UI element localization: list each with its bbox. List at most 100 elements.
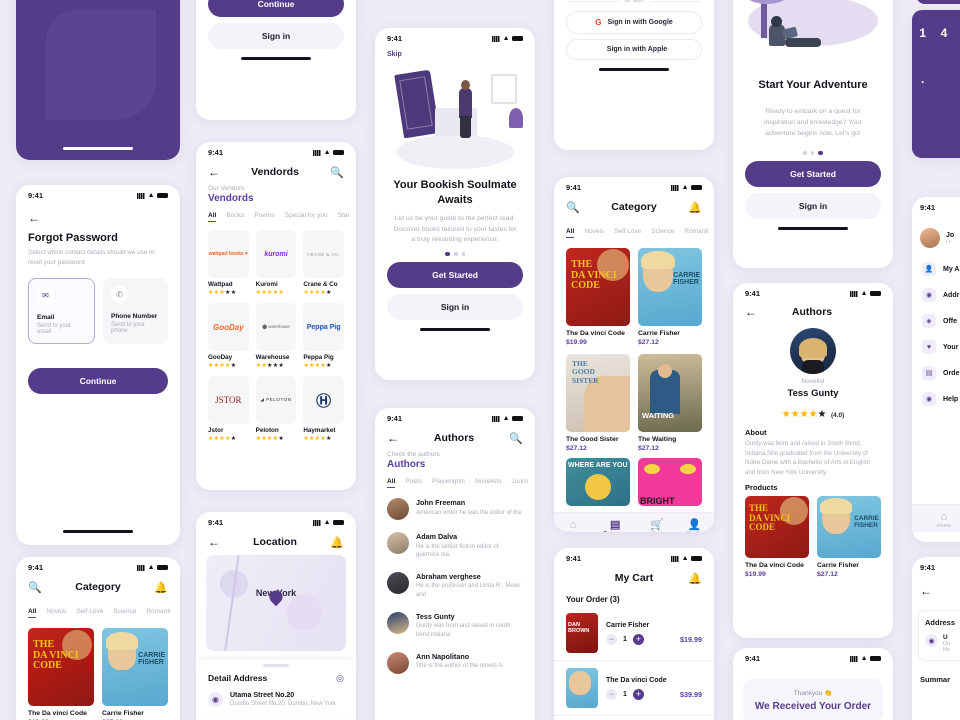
book-card[interactable]: THEDA VINCICODE The Da vinci Code $19.99 <box>28 628 94 720</box>
tab-science[interactable]: Science <box>113 608 136 618</box>
back-icon[interactable]: ← <box>387 432 399 444</box>
vendor-card[interactable]: GooDay GooDay ★★★★★ <box>208 303 249 369</box>
back-icon[interactable]: ← <box>912 574 960 600</box>
keypad-top-button[interactable] <box>916 0 960 4</box>
list-item[interactable]: John Freeman American writer he was the … <box>375 492 535 526</box>
nav-category[interactable]: ▤Category <box>603 519 627 532</box>
tab-special[interactable]: Special for you <box>285 212 328 222</box>
back-icon[interactable]: ← <box>208 166 220 178</box>
menu-item-my-account[interactable]: 👤 My A <box>912 256 960 282</box>
tab-self-love[interactable]: Self Love <box>614 228 641 238</box>
book-card[interactable]: WAITING The Waiting $27.12 <box>638 354 702 452</box>
list-item[interactable]: Ann Napolitano She is the author of the … <box>375 646 535 680</box>
dot-1[interactable] <box>445 252 450 256</box>
list-item[interactable]: Tess Gunty Gunty was born and raised in … <box>375 606 535 646</box>
vendor-card[interactable]: ⬤ warehouse Warehouse ★★★★★ <box>255 303 297 369</box>
bell-icon[interactable]: 🔔 <box>154 580 168 594</box>
tab-romantic[interactable]: Romanti <box>684 228 708 238</box>
vendor-card[interactable]: wattpad books ♥ Wattpad ★★★★★ <box>208 230 249 296</box>
product-card[interactable]: CARRIE FISHER Carrie Fisher $27.12 <box>817 496 881 578</box>
dot-3[interactable] <box>818 151 823 155</box>
continue-button[interactable]: Continue <box>28 368 168 395</box>
target-icon[interactable]: ◎ <box>336 673 344 684</box>
bell-icon[interactable]: 🔔 <box>688 200 702 214</box>
bell-icon[interactable]: 🔔 <box>330 535 344 549</box>
signin-button[interactable]: Sign in <box>387 293 523 320</box>
tab-journalists[interactable]: Journ <box>512 478 528 488</box>
back-icon[interactable]: ← <box>28 212 168 224</box>
profile-header[interactable]: Jo (+ <box>912 214 960 256</box>
dot-3[interactable] <box>461 252 465 256</box>
menu-item-favorites[interactable]: ♥ Your <box>912 334 960 360</box>
book-card[interactable]: CARRIEFISHER Carrie Fisher $27.12 <box>638 248 702 346</box>
vendor-card[interactable]: CRANE & CO. Crane & Co ★★★★★ <box>303 230 344 296</box>
search-icon[interactable]: 🔍 <box>330 165 344 179</box>
continue-button[interactable]: Continue <box>208 0 344 18</box>
search-icon[interactable]: 🔍 <box>566 200 580 214</box>
tab-novelists[interactable]: Novelists <box>475 478 501 488</box>
key-7[interactable]: 7 <box>955 10 960 56</box>
tab-science[interactable]: Science <box>651 228 674 238</box>
key-dot[interactable]: . <box>912 56 933 102</box>
list-item[interactable]: Abraham verghese He is the professor and… <box>375 566 535 606</box>
signin-button[interactable]: Sign in <box>208 23 344 50</box>
search-icon[interactable]: 🔍 <box>28 580 42 594</box>
nav-home[interactable]: ⌂ Home <box>937 511 952 529</box>
list-item[interactable]: Adam Dalva He is the senior fiction edit… <box>375 526 535 566</box>
tab-books[interactable]: Books <box>226 212 244 222</box>
tab-all[interactable]: All <box>28 608 37 618</box>
dot-2[interactable] <box>810 151 814 155</box>
address-card[interactable]: Address ◉ U Du Ne <box>918 610 960 661</box>
back-icon[interactable]: ← <box>208 536 220 548</box>
menu-item-orders[interactable]: ▤ Orde <box>912 360 960 386</box>
contact-card-phone[interactable]: ✆ Phone Number Send to your phone <box>103 278 168 345</box>
signin-apple-button[interactable]: Sign in with Apple <box>566 39 702 60</box>
vendor-card[interactable]: JSTOR Jstor ★★★★★ <box>208 376 249 442</box>
nav-profile[interactable]: 👤Profile <box>687 519 703 532</box>
vendor-card[interactable]: Peppa Pig Peppa Pig ★★★★★ <box>303 303 344 369</box>
tab-novels[interactable]: Novels <box>46 608 66 618</box>
product-card[interactable]: THE DA VINCI CODE The Da vinci Code $19.99 <box>745 496 809 578</box>
increase-button[interactable]: + <box>632 688 644 700</box>
increase-button[interactable]: + <box>632 633 644 645</box>
bell-icon[interactable]: 🔔 <box>688 571 702 585</box>
tab-all[interactable]: All <box>566 228 575 238</box>
search-icon[interactable]: 🔍 <box>509 431 523 445</box>
sheet-handle[interactable] <box>263 664 289 667</box>
dot-1[interactable] <box>803 151 807 155</box>
tab-poems[interactable]: Poems <box>254 212 274 222</box>
vendor-card[interactable]: ◢ PELOTON Peloton ★★★★★ <box>255 376 297 442</box>
tab-all[interactable]: All <box>387 478 396 488</box>
book-cover-whereareyou[interactable]: WHERE ARE YOU <box>566 458 630 506</box>
book-cover-bright[interactable]: BRIGHT <box>638 458 702 506</box>
book-card[interactable]: THE GOOD SISTER The Good Sister $27.12 <box>566 354 630 452</box>
dot-2[interactable] <box>454 252 458 256</box>
get-started-button[interactable]: Get Started <box>387 261 523 288</box>
nav-home[interactable]: ⌂Home <box>566 519 581 532</box>
key-4[interactable]: 4 <box>933 10 954 56</box>
tab-self-love[interactable]: Self Love <box>76 608 103 618</box>
contact-card-email[interactable]: ✉ Email Send to your email <box>28 278 95 345</box>
menu-item-address[interactable]: ◉ Addr <box>912 282 960 308</box>
book-card[interactable]: THEDA VINCICODE The Da vinci Code $19.99 <box>566 248 630 346</box>
menu-item-offers[interactable]: ◈ Offe <box>912 308 960 334</box>
map-view[interactable]: New York <box>206 555 346 651</box>
back-icon[interactable]: ← <box>745 306 757 318</box>
vendor-card[interactable]: Ⓗ Haymarket ★★★★★ <box>303 376 344 442</box>
signin-button[interactable]: Sign in <box>745 192 881 219</box>
decrease-button[interactable]: − <box>606 633 617 645</box>
get-started-button[interactable]: Get Started <box>745 160 881 187</box>
decrease-button[interactable]: − <box>606 688 617 700</box>
signin-google-button[interactable]: G Sign in with Google <box>566 11 702 34</box>
book-card[interactable]: CARRIEFISHER Carrie Fisher $27.12 <box>102 628 168 720</box>
tab-playwrights[interactable]: Playwrights <box>432 478 465 488</box>
nav-cart[interactable]: 🛒Cart <box>650 519 664 532</box>
tab-novels[interactable]: Novels <box>584 228 604 238</box>
tab-stat[interactable]: Stat <box>338 212 350 222</box>
skip-button[interactable]: Skip <box>375 45 535 58</box>
tab-poets[interactable]: Poets <box>405 478 422 488</box>
menu-item-help[interactable]: ◉ Help <box>912 386 960 412</box>
tab-romantic[interactable]: Romanti <box>146 608 170 618</box>
tab-all[interactable]: All <box>208 212 217 222</box>
key-1[interactable]: 1 <box>912 10 933 56</box>
